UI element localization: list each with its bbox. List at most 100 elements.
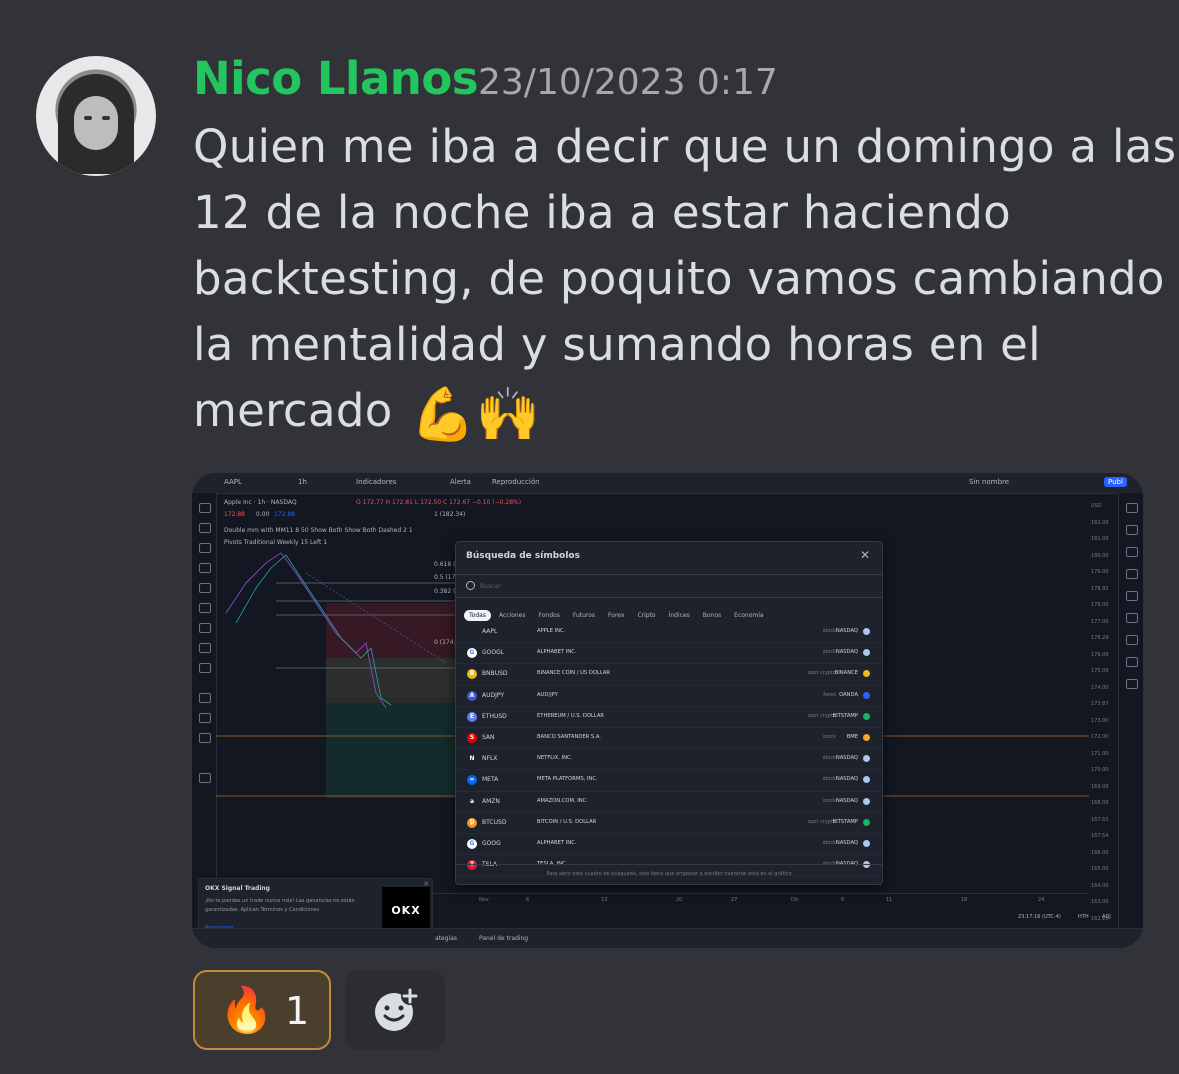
tab-trading-panel[interactable]: Panel de trading (479, 935, 528, 942)
tv-alert-button[interactable]: Alerta (450, 478, 471, 486)
filter-tab[interactable]: Índices (664, 610, 695, 621)
tv-layout-name[interactable]: Sin nombre (969, 478, 1009, 486)
exchange-flag-icon (863, 839, 870, 847)
image-attachment[interactable]: AAPL 1h Indicadores Alerta Reproducción … (192, 473, 1143, 948)
message-author[interactable]: Nico Llanos (193, 52, 479, 105)
filter-tab[interactable]: Cripto (632, 610, 660, 621)
notifications-icon[interactable] (1126, 679, 1138, 689)
avatar-eye-left (84, 116, 92, 120)
symbol-exchange: NASDAQ (835, 755, 858, 762)
tv-top-toolbar: AAPL 1h Indicadores Alerta Reproducción … (192, 473, 1143, 494)
add-reaction-button[interactable] (345, 970, 445, 1050)
fire-emoji-icon: 🔥 (219, 985, 274, 1036)
symbol-exchange: NASDAQ (835, 839, 858, 846)
filter-tab[interactable]: Bonos (698, 610, 726, 621)
magnet-icon[interactable] (199, 693, 211, 703)
symbol-exchange: BME (846, 733, 858, 740)
alerts-icon[interactable] (1126, 525, 1138, 535)
filter-tab[interactable]: Todas (464, 610, 491, 621)
filter-tab[interactable]: Acciones (494, 610, 531, 621)
price-tick-label: 172.00 (1091, 734, 1109, 740)
symbol-exchange: NASDAQ (835, 776, 858, 783)
price-tick-label: 163.00 (1091, 899, 1109, 905)
price-tick-label: 175.00 (1091, 668, 1109, 674)
price-tick-label: 177.00 (1091, 618, 1109, 625)
symbol-row[interactable]: S SAN BANCO SANTANDER S.A. stock BME (456, 728, 882, 750)
message-line: 12 de la noche iba a estar haciendo (193, 186, 1011, 239)
symbol-logo-icon: N (467, 754, 477, 765)
exchange-flag-icon (863, 797, 870, 805)
dialog-search-bar (456, 574, 882, 598)
symbol-type: stock (822, 649, 836, 656)
price-tick-label: 164.00 (1091, 882, 1109, 889)
pattern-icon[interactable] (199, 563, 211, 573)
zoom-icon[interactable] (199, 663, 211, 673)
filter-tab[interactable]: Futuros (568, 610, 600, 621)
symbol-row[interactable]: A AUDJPY AUD/JPY forex OANDA (456, 686, 882, 707)
text-icon[interactable] (199, 603, 211, 613)
tv-interval[interactable]: 1h (298, 478, 307, 486)
tv-adj[interactable]: ADJ (1102, 914, 1111, 920)
hotlist-icon[interactable] (1126, 569, 1138, 579)
tv-bottom-panel: ategias Panel de trading (192, 928, 1143, 948)
price-tick-label: 180.00 (1091, 552, 1109, 559)
symbol-description: BINANCE COIN / US DOLLAR (537, 670, 610, 677)
chat-icon[interactable] (1126, 635, 1138, 645)
ruler-icon[interactable] (199, 643, 211, 653)
data-window-icon[interactable] (1126, 547, 1138, 557)
symbol-row[interactable]: ₿ BTCUSD BITCOIN / U.S. DOLLAR spot crypto B… (456, 813, 882, 834)
symbol-row[interactable]: N NFLX NETFLIX, INC. stock NASDAQ (456, 749, 882, 771)
symbol-description: NETFLIX, INC. (537, 755, 573, 762)
filter-tab[interactable]: Fondos (534, 610, 565, 621)
symbol-row[interactable]: E ETHUSD ETHEREUM / U.S. DOLLAR spot crypto… (456, 707, 882, 728)
calendar-icon[interactable] (1126, 591, 1138, 601)
streams-icon[interactable] (1126, 657, 1138, 667)
ideas-icon[interactable] (1126, 613, 1138, 623)
symbol-row[interactable]: ∞ META META PLATFORMS, INC. stock NASDAQ (456, 770, 882, 792)
symbol-row[interactable]: a AMZN AMAZON.COM, INC. stock NASDAQ (456, 792, 882, 813)
trash-icon[interactable] (199, 773, 211, 783)
lock-icon[interactable] (199, 713, 211, 723)
dialog-title: Búsqueda de símbolos (466, 551, 580, 561)
tv-clock[interactable]: 23:17:16 (UTC-4) (1018, 914, 1061, 920)
brush-icon[interactable] (199, 583, 211, 593)
tv-replay-button[interactable]: Reproducción (492, 478, 540, 486)
close-icon[interactable]: ✕ (860, 548, 870, 562)
emoji-icon[interactable] (199, 623, 211, 633)
tv-session[interactable]: HTH (1078, 914, 1089, 920)
fib-icon[interactable] (199, 543, 211, 553)
crosshair-icon[interactable] (199, 503, 211, 513)
reaction-fire[interactable]: 🔥 1 (193, 970, 331, 1050)
filter-tab[interactable]: Economía (729, 610, 768, 621)
price-tick-label: 169.00 (1091, 783, 1109, 790)
symbol-row[interactable]: G GOOG ALPHABET INC. stock NASDAQ (456, 834, 882, 856)
symbol-search-input[interactable] (478, 578, 782, 594)
date-tick-label: 11 (886, 897, 893, 903)
close-icon[interactable]: ✕ (423, 880, 429, 888)
price-tick-label: 167.65 (1091, 816, 1109, 823)
tv-symbol-search[interactable]: AAPL (224, 478, 242, 486)
trendline-icon[interactable] (199, 523, 211, 533)
symbol-ticker: GOOGL (482, 649, 505, 657)
symbol-row[interactable]: G GOOGL ALPHABET INC. stock NASDAQ (456, 643, 882, 665)
symbol-logo-icon: S (467, 732, 477, 743)
symbol-type: stock (822, 628, 836, 634)
date-tick-label: 20 (676, 897, 683, 903)
price-tick-label: 176.00 (1091, 651, 1109, 658)
tv-fib-level: 0.618 ( (434, 561, 456, 568)
symbol-row[interactable]: B BNBUSD BINANCE COIN / US DOLLAR spot cryp… (456, 664, 882, 686)
message-timestamp[interactable]: 23/10/2023 0:17 (478, 62, 778, 103)
filter-tab[interactable]: Forex (603, 610, 629, 621)
symbol-exchange: NASDAQ (835, 628, 858, 634)
eye-icon[interactable] (199, 733, 211, 743)
symbol-description: BANCO SANTANDER S.A. (537, 733, 601, 740)
symbol-row[interactable]: AAPL APPLE INC. stock NASDAQ (456, 622, 882, 644)
tv-legend-price-b: 0.00 (256, 511, 270, 518)
date-tick-label: 13 (601, 897, 608, 903)
user-avatar[interactable] (36, 56, 156, 176)
watchlist-icon[interactable] (1126, 503, 1138, 513)
tv-indicators-button[interactable]: Indicadores (356, 478, 396, 486)
tv-publish-button[interactable]: Publ (1104, 477, 1127, 487)
tab-strategy[interactable]: ategias (435, 935, 457, 942)
tv-price-axis[interactable]: USD 182.00 181.00 180.00 179.00 178.92 178.00 1… (1089, 493, 1119, 923)
